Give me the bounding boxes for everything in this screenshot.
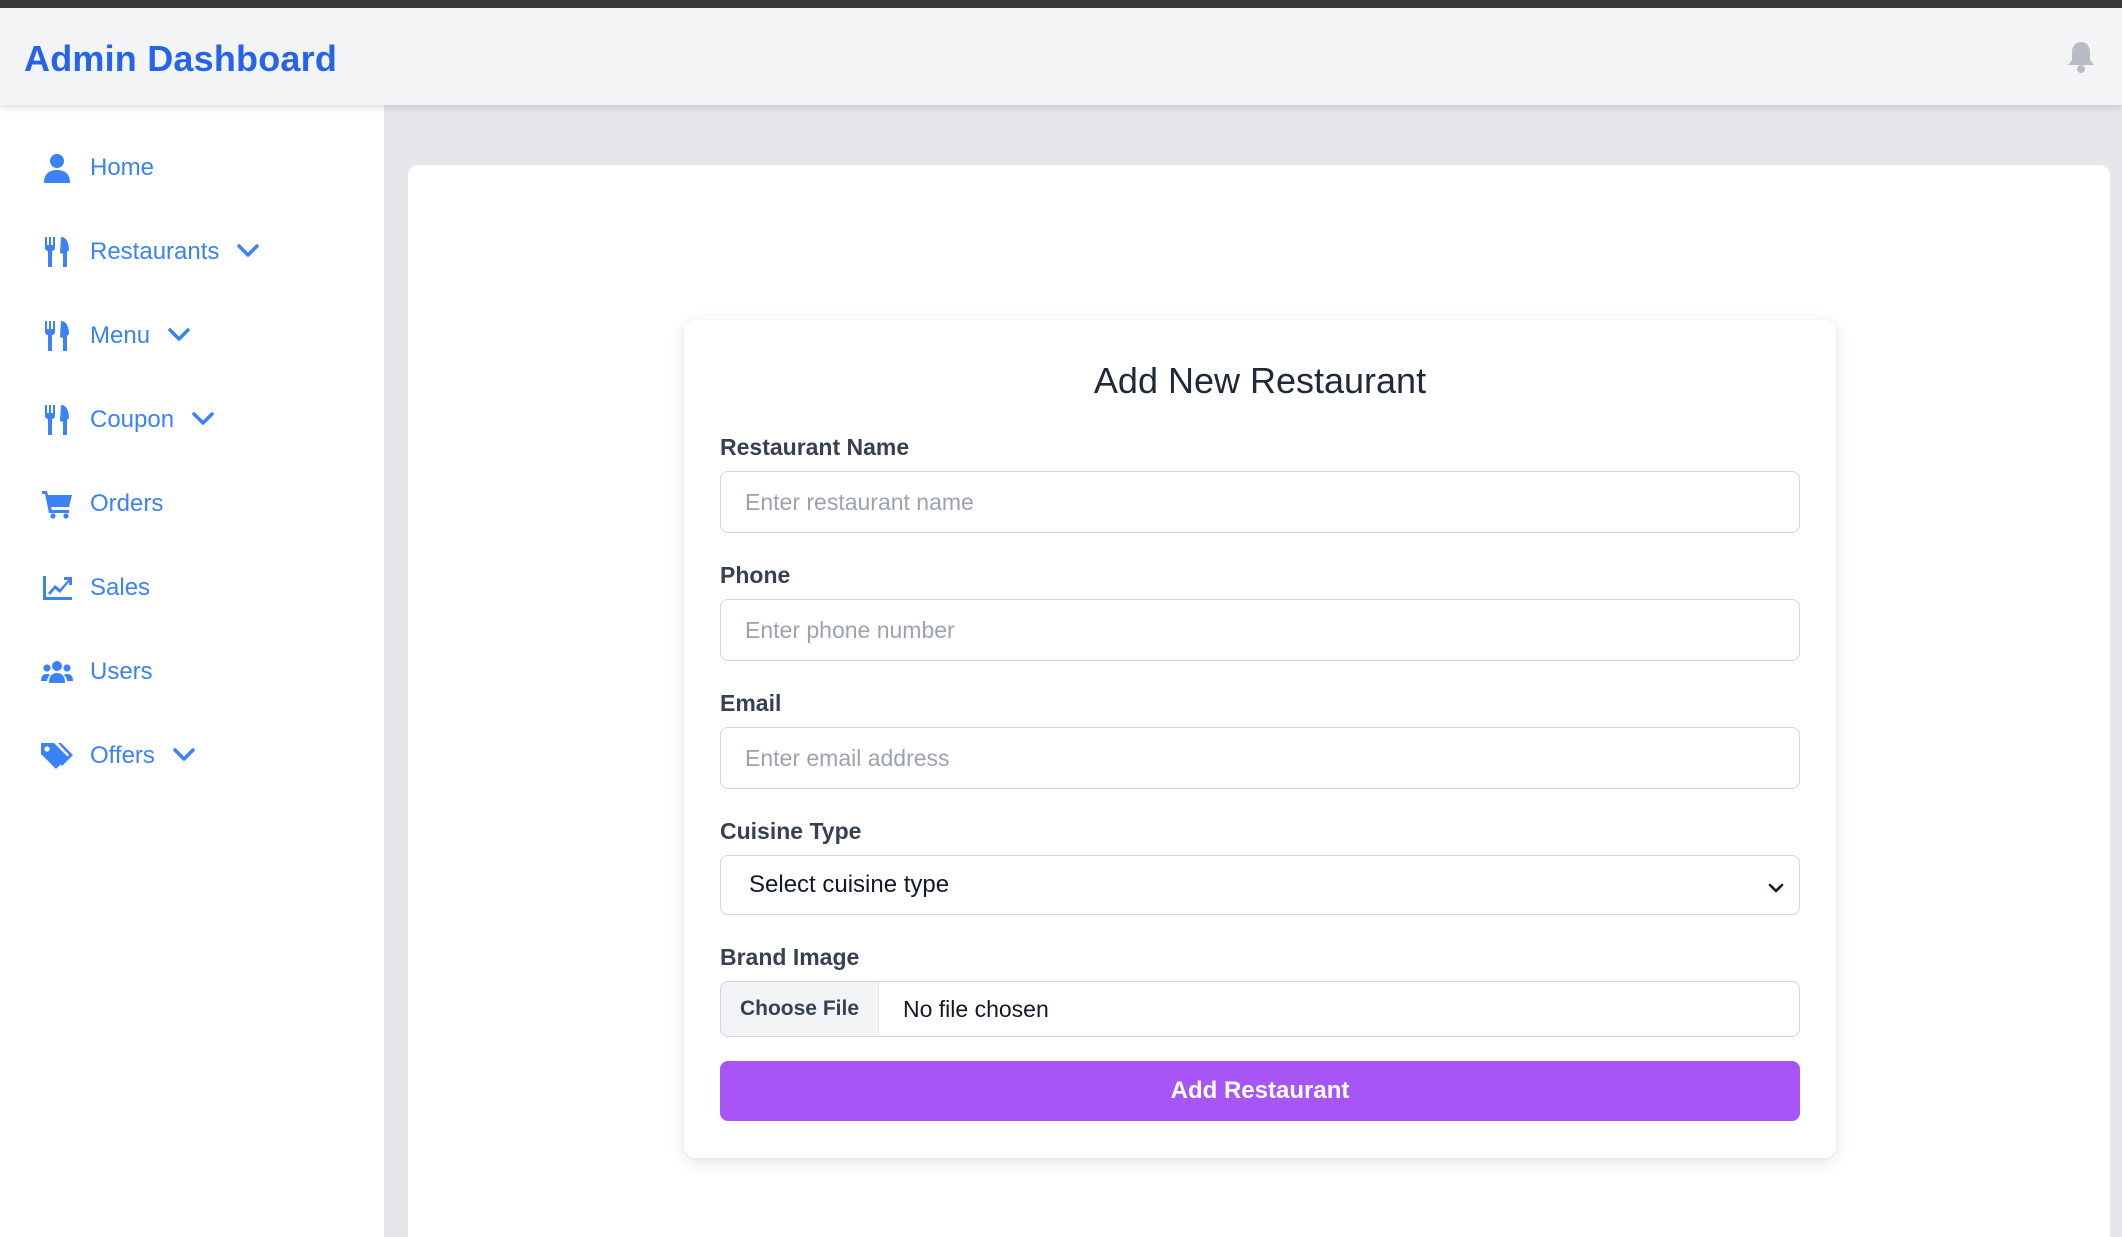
sidebar-item-label: Sales (90, 574, 151, 601)
brand-image-file-input[interactable]: Choose File No file chosen (720, 981, 1800, 1037)
utensils-icon (40, 319, 74, 353)
app-title[interactable]: Admin Dashboard (24, 38, 337, 80)
chevron-down-icon[interactable] (192, 411, 216, 429)
phone-label: Phone (720, 562, 791, 588)
email-label: Email (720, 690, 782, 716)
chevron-down-icon[interactable] (237, 243, 261, 261)
restaurant-name-input[interactable] (720, 471, 1800, 533)
cuisine-type-label: Cuisine Type (720, 818, 862, 844)
sidebar-item-offers[interactable]: Offers (40, 734, 197, 778)
chevron-down-icon[interactable] (173, 747, 197, 765)
sidebar: Home Restaurants Menu Coupon Orders Sale… (0, 105, 384, 1237)
utensils-icon (40, 235, 74, 269)
sidebar-item-orders[interactable]: Orders (40, 482, 163, 526)
users-icon (40, 655, 74, 689)
file-status-text: No file chosen (903, 995, 1049, 1022)
phone-input[interactable] (720, 599, 1800, 661)
email-input[interactable] (720, 727, 1800, 789)
sidebar-item-users[interactable]: Users (40, 650, 153, 694)
sidebar-item-coupon[interactable]: Coupon (40, 398, 216, 442)
sidebar-item-label: Users (90, 658, 153, 685)
sidebar-item-label: Orders (90, 490, 164, 517)
form-title: Add New Restaurant (1093, 360, 1427, 401)
chevron-down-icon (1767, 876, 1785, 894)
restaurant-name-label: Restaurant Name (720, 434, 910, 460)
chart-line-icon (40, 571, 74, 605)
chevron-down-icon[interactable] (168, 327, 192, 345)
cuisine-type-select[interactable]: Select cuisine type (720, 855, 1800, 915)
sidebar-item-label: Home (90, 154, 155, 181)
brand-image-label: Brand Image (720, 944, 860, 970)
tags-icon (40, 739, 74, 773)
window-top-strip (0, 0, 2122, 8)
sidebar-item-label: Offers (90, 742, 155, 769)
utensils-icon (40, 403, 74, 437)
sidebar-item-menu[interactable]: Menu (40, 314, 192, 358)
sidebar-item-label: Menu (90, 322, 151, 349)
choose-file-button[interactable]: Choose File (721, 982, 879, 1036)
cart-icon (40, 487, 74, 521)
bell-icon[interactable] (2066, 40, 2096, 74)
sidebar-item-home[interactable]: Home (40, 146, 154, 190)
cuisine-type-selected: Select cuisine type (749, 871, 950, 898)
sidebar-item-sales[interactable]: Sales (40, 566, 150, 610)
sidebar-item-restaurants[interactable]: Restaurants (40, 230, 261, 274)
sidebar-item-label: Coupon (90, 406, 175, 433)
add-restaurant-form: Add New Restaurant Restaurant Name Phone… (684, 320, 1836, 1158)
app-header: Admin Dashboard (0, 8, 2122, 105)
add-restaurant-button[interactable]: Add Restaurant (720, 1061, 1800, 1121)
user-icon (40, 151, 74, 185)
sidebar-item-label: Restaurants (90, 238, 220, 265)
